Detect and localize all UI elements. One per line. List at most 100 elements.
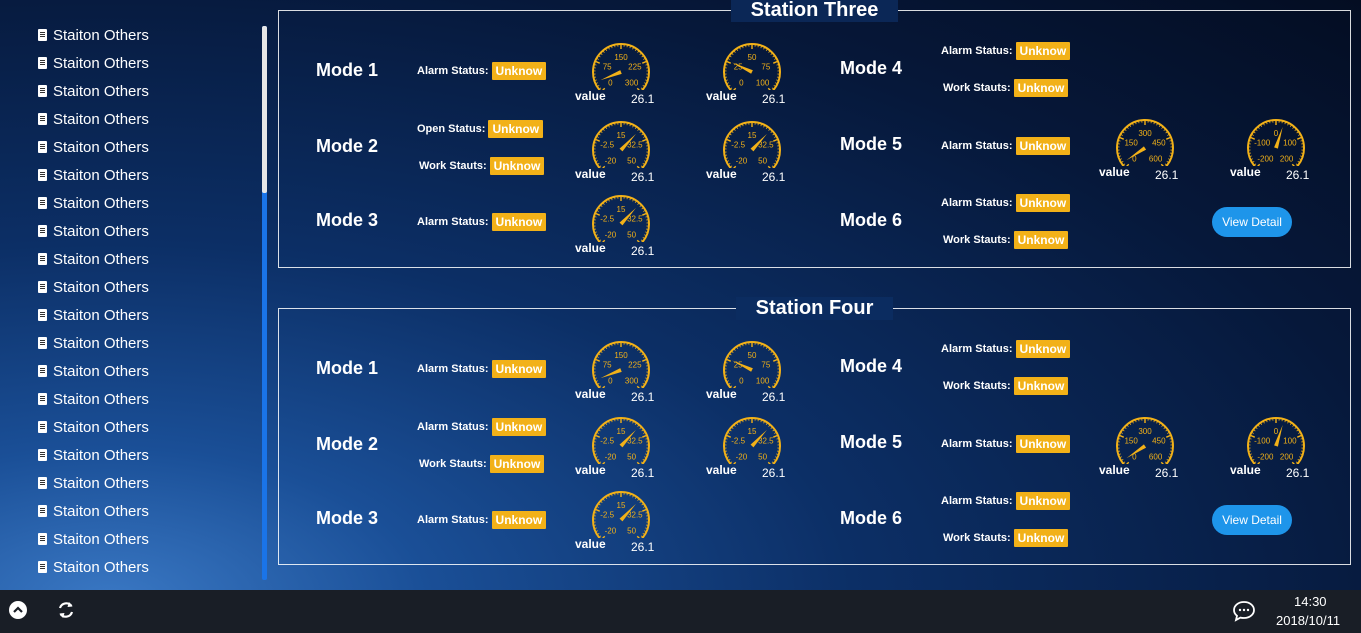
gauge-tick — [1281, 120, 1283, 124]
gauge-value: 26.1 — [631, 244, 655, 258]
gauge-value: 26.1 — [1155, 466, 1179, 480]
sidebar-item[interactable]: Staiton Others — [38, 301, 149, 329]
gauge-tick — [1160, 461, 1164, 464]
sidebar-item-label: Staiton Others — [53, 138, 149, 156]
sidebar-item-label: Staiton Others — [53, 502, 149, 520]
gauge-tick — [767, 385, 771, 388]
status-label: Open Status: — [417, 123, 486, 135]
gauge-tick — [1296, 136, 1303, 140]
status-row: Alarm Status: Unknow — [941, 435, 1071, 453]
sidebar-item[interactable]: Staiton Others — [38, 413, 149, 441]
gauge-tick-label: 200 — [1280, 453, 1294, 462]
gauge-tick — [757, 122, 759, 126]
sidebar-item[interactable]: Staiton Others — [38, 525, 149, 553]
sidebar-item[interactable]: Staiton Others — [38, 469, 149, 497]
sidebar-item[interactable]: Staiton Others — [38, 217, 149, 245]
gauge-tick-label: 450 — [1152, 138, 1166, 147]
sidebar-scrollbar-thumb[interactable] — [262, 26, 267, 193]
gauge-tick — [1138, 418, 1140, 422]
sidebar-item[interactable]: Staiton Others — [38, 497, 149, 525]
gauge-label: value — [1230, 463, 1261, 477]
gauge-tick-label: 15 — [617, 205, 626, 214]
gauge-tick-label: 100 — [1283, 436, 1297, 445]
gauge-label: value — [1099, 165, 1130, 179]
sidebar-item-label: Staiton Others — [53, 306, 149, 324]
status-badge: Unknow — [491, 360, 547, 378]
gauge-tick — [626, 122, 628, 126]
status-row: Open Status: Unknow — [417, 120, 544, 138]
document-icon — [38, 197, 47, 209]
view-detail-button[interactable]: View Detail — [1212, 505, 1292, 535]
gauge-tick — [641, 434, 648, 438]
chat-icon[interactable] — [1232, 600, 1256, 628]
gauge-value: 26.1 — [762, 92, 786, 106]
sidebar-item-label: Staiton Others — [53, 362, 149, 380]
gauge-tick — [1291, 461, 1295, 464]
gauge-tick-label: 150 — [1124, 138, 1138, 147]
sidebar-item-label: Staiton Others — [53, 194, 149, 212]
view-detail-button[interactable]: View Detail — [1212, 207, 1292, 237]
gauge-value: 26.1 — [631, 390, 655, 404]
gauge-tick — [745, 122, 747, 126]
sidebar-item[interactable]: Staiton Others — [38, 553, 149, 581]
document-icon — [38, 309, 47, 321]
sidebar-item[interactable]: Staiton Others — [38, 329, 149, 357]
sidebar-item[interactable]: Staiton Others — [38, 21, 149, 49]
gauge-tick-label: 15 — [748, 427, 757, 436]
document-icon — [38, 421, 47, 433]
gauge-tick — [626, 196, 628, 200]
sidebar-item-label: Staiton Others — [53, 334, 149, 352]
sidebar-item[interactable]: Staiton Others — [38, 385, 149, 413]
gauge-tick — [641, 508, 648, 512]
gauge-tick — [636, 385, 640, 388]
gauge-label: value — [1230, 165, 1261, 179]
gauge-tick-label: -2.5 — [600, 214, 614, 223]
sidebar-item[interactable]: Staiton Others — [38, 273, 149, 301]
gauge-tick-label: -20 — [605, 527, 617, 536]
status-badge: Unknow — [1013, 79, 1069, 97]
sidebar-item-label: Staiton Others — [53, 250, 149, 268]
gauge: 0 75 150 225 300 value 26.1 — [575, 338, 655, 404]
sidebar-item[interactable]: Staiton Others — [38, 357, 149, 385]
gauge-tick-label: 300 — [625, 377, 639, 386]
document-icon — [38, 477, 47, 489]
sidebar-item[interactable]: Staiton Others — [38, 49, 149, 77]
status-row: Work Stauts: Unknow — [943, 529, 1069, 547]
gauge-tick-label: -20 — [605, 157, 617, 166]
gauge-tick-label: -20 — [605, 453, 617, 462]
document-icon — [38, 449, 47, 461]
gauge-tick-label: 15 — [748, 131, 757, 140]
sidebar-item[interactable]: Staiton Others — [38, 245, 149, 273]
sidebar-item-label: Staiton Others — [53, 474, 149, 492]
gauge-tick-label: -2.5 — [731, 140, 745, 149]
gauge-tick-label: 600 — [1149, 453, 1163, 462]
gauge-tick — [594, 212, 601, 216]
gauge-tick — [772, 138, 779, 142]
status-badge: Unknow — [491, 213, 547, 231]
gauge-value: 26.1 — [1286, 168, 1310, 182]
mode-label: Mode 1 — [316, 358, 379, 378]
gauge-tick — [757, 342, 759, 346]
gauge-tick-label: 0 — [739, 79, 744, 88]
gauge-tick — [614, 122, 616, 126]
gauge-tick — [594, 138, 601, 142]
status-row: Work Stauts: Unknow — [943, 377, 1069, 395]
status-badge: Unknow — [1015, 194, 1071, 212]
sidebar-item[interactable]: Staiton Others — [38, 189, 149, 217]
sidebar-item[interactable]: Staiton Others — [38, 105, 149, 133]
sidebar-item[interactable]: Staiton Others — [38, 441, 149, 469]
refresh-icon[interactable] — [56, 600, 76, 626]
mode-label: Mode 4 — [840, 356, 903, 376]
sidebar-item[interactable]: Staiton Others — [38, 77, 149, 105]
gauge-tick-label: 75 — [603, 360, 612, 369]
document-icon — [38, 57, 47, 69]
status-label: Work Stauts: — [943, 82, 1011, 94]
status-badge: Unknow — [1015, 492, 1071, 510]
gauge-tick — [636, 461, 640, 464]
gauge-tick — [641, 138, 648, 142]
chevron-up-icon[interactable] — [8, 600, 28, 626]
gauge-tick-label: 600 — [1149, 155, 1163, 164]
gauge-value: 26.1 — [762, 170, 786, 184]
sidebar-item[interactable]: Staiton Others — [38, 133, 149, 161]
sidebar-item[interactable]: Staiton Others — [38, 161, 149, 189]
